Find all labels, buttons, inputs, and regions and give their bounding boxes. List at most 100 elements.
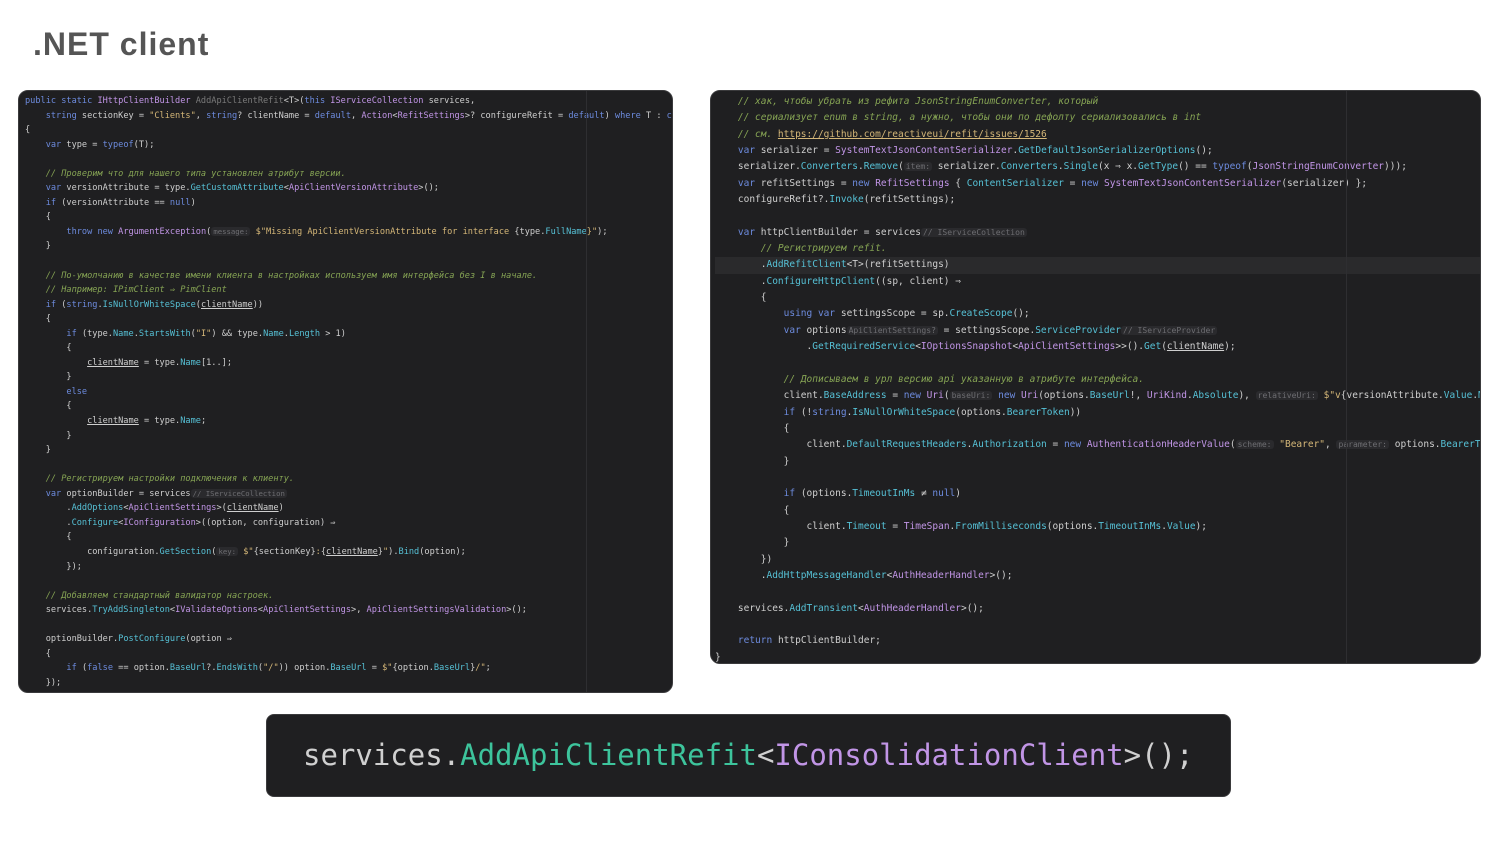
- code-token: {sectionKey}: [253, 546, 316, 557]
- code-line: .AddHttpMessageHandler<AuthHeaderHandler…: [715, 568, 1480, 584]
- code-token: Value: [1443, 390, 1473, 402]
- code-editor-left: public static IHttpClientBuilder AddApiC…: [18, 90, 673, 693]
- code-token: TimeSpan: [903, 520, 950, 532]
- code-token: // По-умолчанию в качестве имени клиента…: [25, 270, 538, 281]
- code-token: .: [715, 569, 767, 581]
- usage-code-line: services.AddApiClientRefit<IConsolidatio…: [303, 737, 1193, 773]
- code-token: client.: [715, 439, 847, 451]
- code-token: "/": [263, 663, 279, 674]
- right-margin-guide: [1346, 91, 1347, 663]
- code-token: (option);: [419, 546, 466, 557]
- inlay-hint: // IServiceCollection: [920, 227, 1027, 237]
- code-token: versionAttribute = type.: [66, 183, 191, 194]
- code-token: class: [666, 110, 672, 121]
- code-token: // Добавляем стандартный валидатор настр…: [25, 590, 274, 601]
- code-token: new: [998, 390, 1022, 402]
- code-token: ApiClientSettings: [128, 503, 217, 514]
- code-token: // Проверим что для нашего типа установл…: [25, 168, 346, 179]
- code-token: () ==: [1178, 161, 1213, 173]
- code-token: ;: [485, 663, 491, 674]
- code-token: (options.: [955, 406, 1007, 418]
- code-token: )));: [1384, 161, 1407, 173]
- code-token: JsonStringEnumConverter: [1252, 161, 1385, 173]
- code-token: {option.: [392, 663, 434, 674]
- code-token: PostConfigure: [118, 634, 186, 645]
- code-line: .ConfigureHttpClient((sp, client) ⇒: [715, 274, 1480, 290]
- code-token: $"Missing ApiClientVersionAttribute for …: [250, 226, 515, 237]
- inlay-hint: // IServiceProvider: [1120, 325, 1218, 335]
- code-token: <T>(refitSettings): [846, 259, 950, 271]
- code-line: {: [25, 530, 672, 545]
- inlay-hint: message:: [211, 226, 251, 236]
- code-token: clientName: [1166, 341, 1225, 353]
- code-token: ),: [1238, 390, 1256, 402]
- code-token: Bind: [398, 546, 420, 557]
- code-token: else: [66, 386, 88, 397]
- code-token: ((sp, client) ⇒: [875, 275, 961, 287]
- code-token: typeof: [1212, 161, 1247, 173]
- code-block: public static IHttpClientBuilder AddApiC…: [19, 91, 672, 690]
- code-line: {: [25, 647, 672, 662]
- code-token: var: [45, 488, 67, 499]
- code-token: (options.: [1046, 520, 1099, 532]
- code-token: ApiClientSettingsValidation: [366, 605, 507, 616]
- code-token: ConfigureHttpClient: [766, 275, 876, 287]
- code-token: string: [66, 299, 98, 310]
- code-token: // Например: IPimClient ⇒ PimClient: [25, 285, 227, 296]
- code-token: {: [949, 177, 967, 189]
- code-token: BaseAddress: [823, 390, 887, 402]
- code-token: type =: [66, 139, 103, 150]
- code-token: var: [783, 324, 807, 336]
- code-line: // сериализует enum в string, а нужно, ч…: [715, 110, 1480, 126]
- code-token: Action: [361, 110, 393, 121]
- code-token: }: [25, 430, 72, 441]
- code-token: StartsWith: [138, 328, 191, 339]
- code-token: Timeout: [846, 520, 887, 532]
- code-token: {: [25, 212, 51, 223]
- code-line: var serializer = SystemTextJsonContentSe…: [715, 143, 1480, 159]
- code-line: .AddOptions<ApiClientSettings>(clientNam…: [25, 501, 672, 516]
- code-token: sectionKey =: [81, 110, 150, 121]
- code-token: =: [886, 390, 904, 402]
- slide-title: .NET client: [33, 26, 210, 62]
- code-token: var: [737, 177, 761, 189]
- code-token: IsNullOrWhiteSpace: [102, 299, 196, 310]
- code-token: "I": [195, 328, 212, 339]
- code-line: }: [715, 454, 1480, 470]
- code-block: // хак, чтобы убрать из рефита JsonStrin…: [711, 91, 1480, 663]
- code-token: Name: [263, 328, 284, 339]
- inlay-hint: ApiClientSettings?: [846, 325, 938, 335]
- code-token: // Регистрируем refit.: [715, 243, 887, 255]
- code-token: BaseUrl: [1089, 390, 1130, 402]
- code-line: .GetRequiredService<IOptionsSnapshot<Api…: [715, 339, 1480, 355]
- code-token: client.: [715, 520, 847, 532]
- code-token: !,: [1129, 390, 1147, 402]
- code-token: >();: [418, 183, 439, 194]
- code-token: >,: [351, 605, 367, 616]
- code-token: (!: [800, 406, 813, 418]
- code-token: public static: [25, 96, 98, 106]
- inlay-hint: relativeUri:: [1255, 391, 1318, 401]
- code-token: clientName: [87, 416, 139, 427]
- code-token: httpClientBuilder = services: [760, 226, 921, 238]
- code-token: ≠: [915, 488, 933, 500]
- code-token: if: [783, 488, 801, 500]
- code-token: null: [932, 488, 956, 500]
- code-line: }: [25, 239, 672, 254]
- code-token: AuthHeaderHandler: [863, 602, 961, 614]
- code-token: BearerToken: [1006, 406, 1070, 418]
- code-token: (refitSettings);: [863, 194, 956, 206]
- code-token: .: [715, 341, 813, 353]
- code-token: options.: [1389, 439, 1441, 451]
